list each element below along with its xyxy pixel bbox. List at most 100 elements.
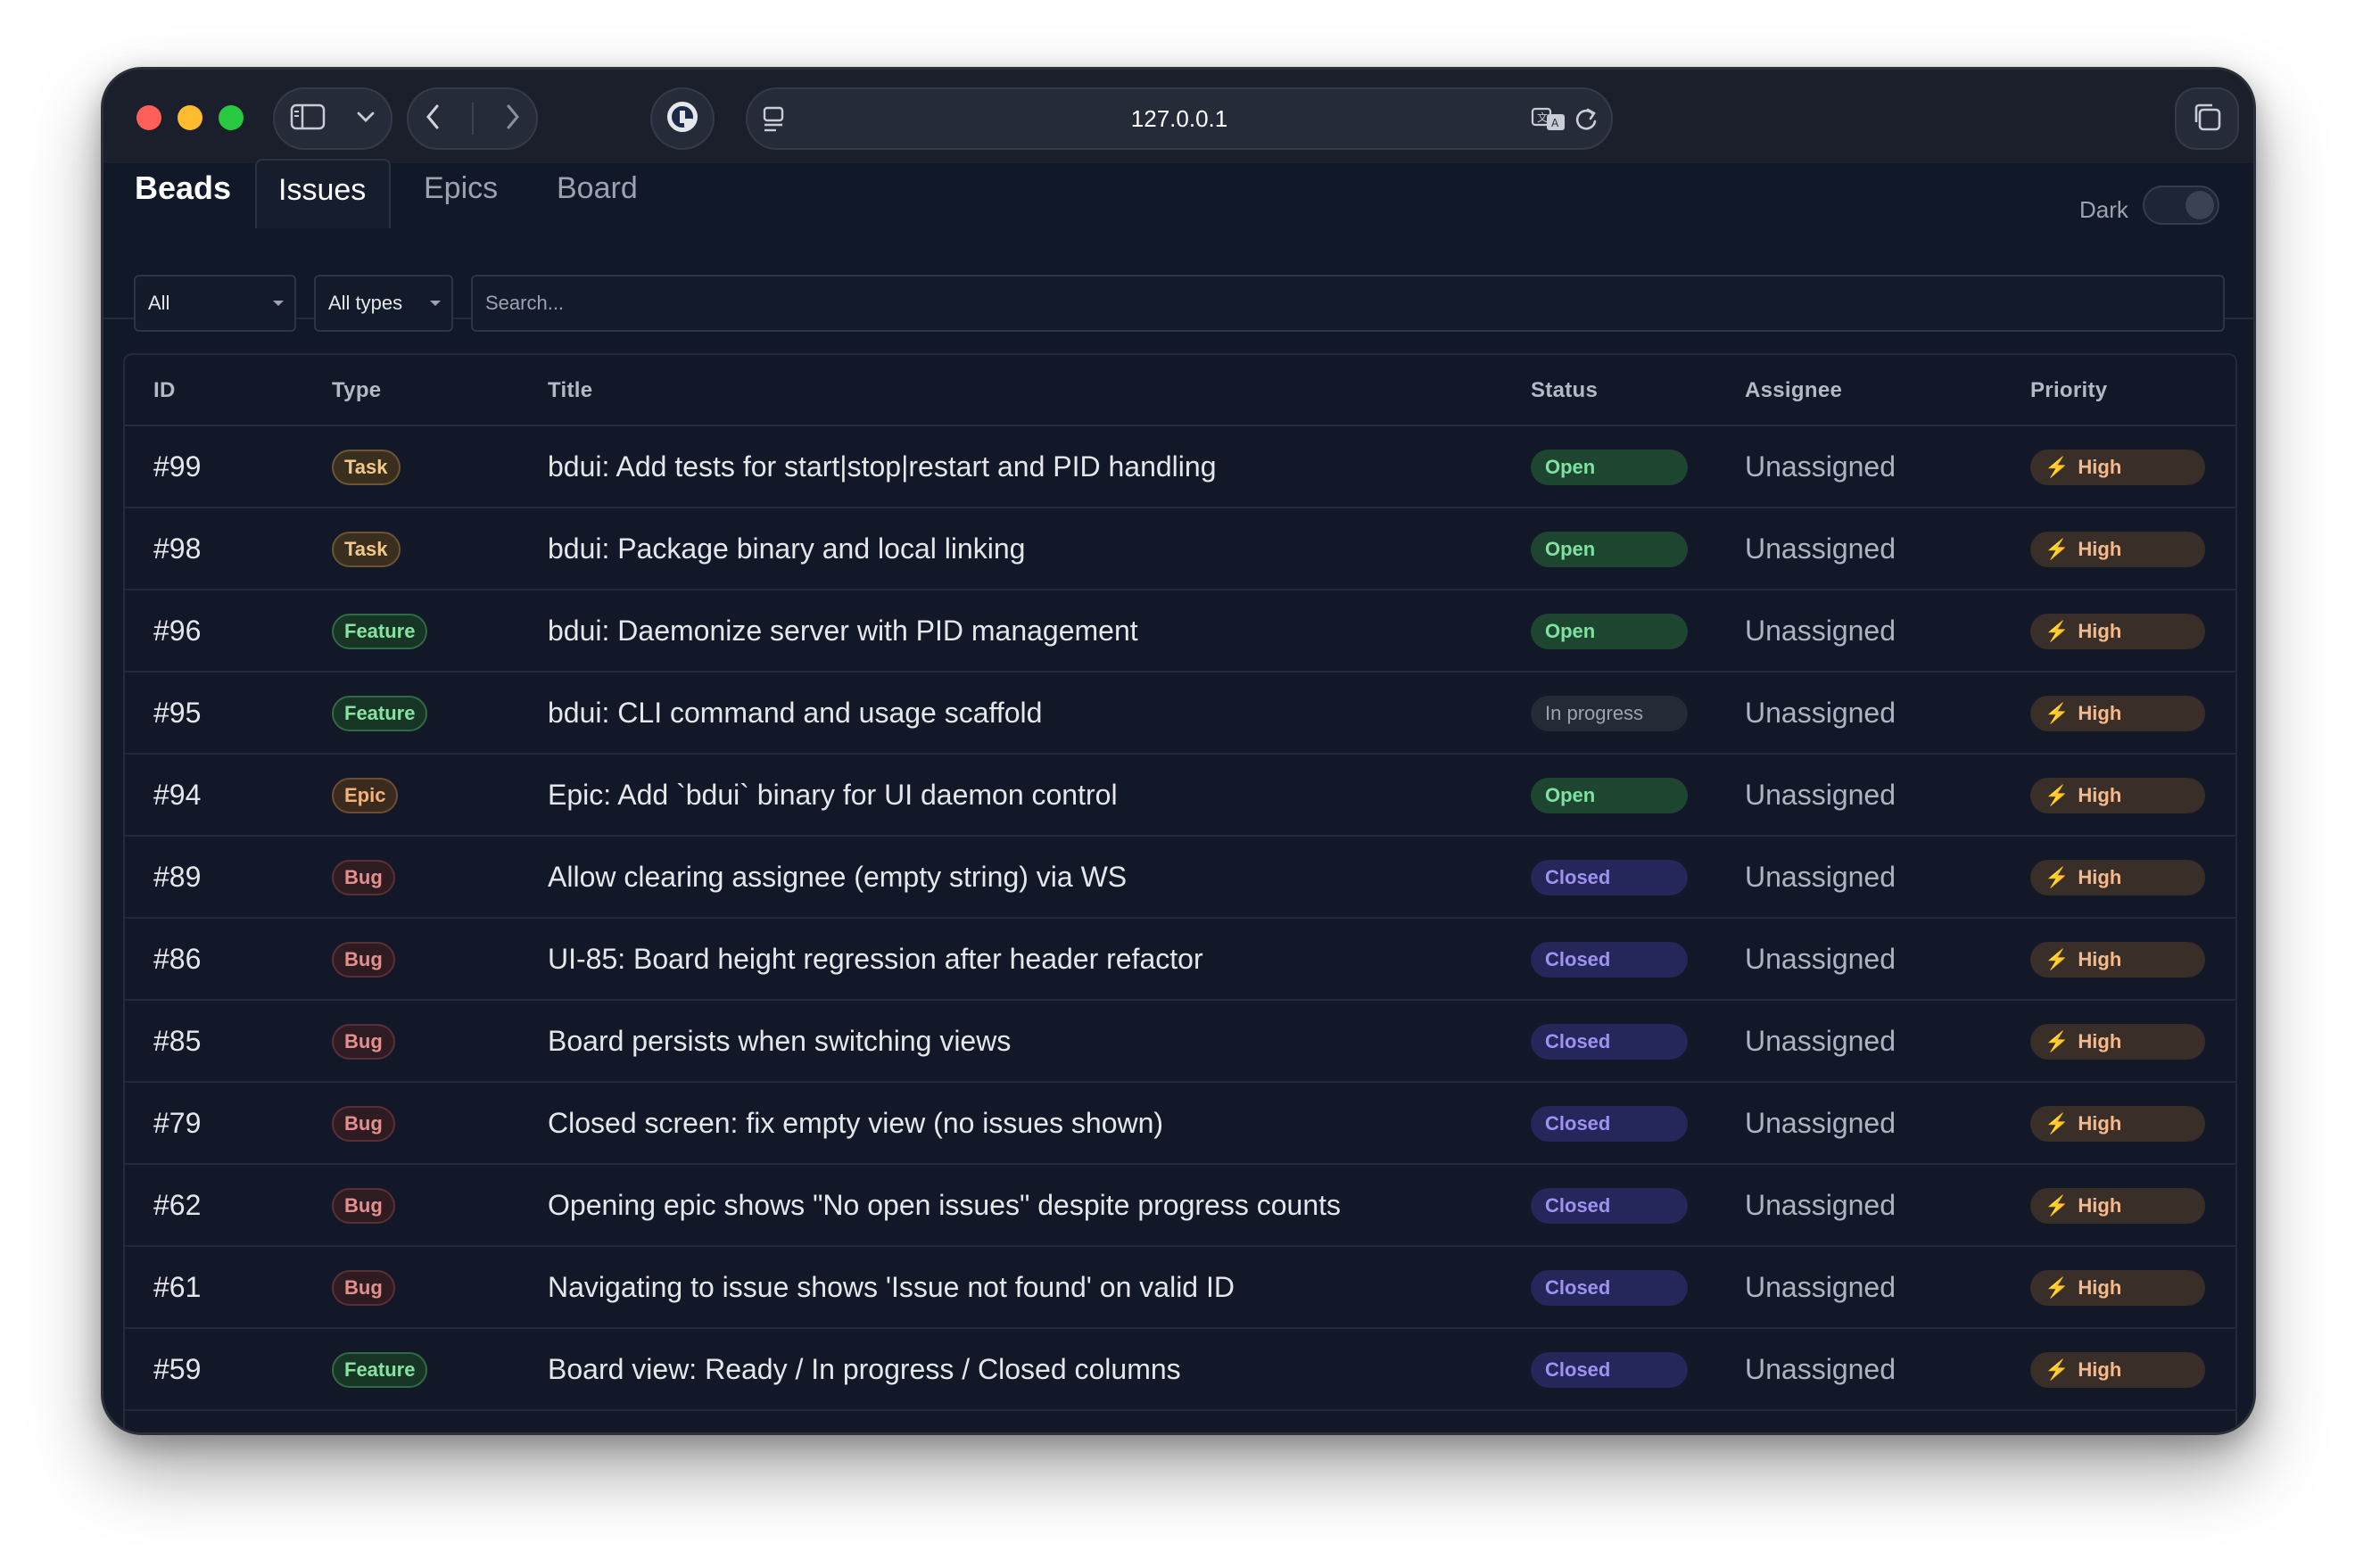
issue-id[interactable]: #99 — [153, 450, 201, 483]
extension-button[interactable] — [650, 87, 715, 150]
issue-id[interactable]: #89 — [153, 861, 201, 894]
back-icon[interactable] — [425, 103, 441, 135]
status-badge[interactable]: Closed — [1531, 1352, 1688, 1388]
issue-title[interactable]: UI-85: Board height regression after hea… — [548, 943, 1203, 976]
forward-icon[interactable] — [505, 103, 521, 135]
column-header-title[interactable]: Title — [548, 378, 592, 403]
priority-badge[interactable]: ⚡ High — [2030, 614, 2205, 649]
table-row[interactable]: #94 Epic Epic: Add `bdui` binary for UI da… — [125, 755, 2235, 837]
assignee[interactable]: Unassigned — [1745, 1353, 1896, 1386]
status-badge[interactable]: Open — [1531, 614, 1688, 649]
table-row[interactable]: #85 Bug Board persists when switching view… — [125, 1001, 2235, 1083]
issue-id[interactable]: #61 — [153, 1271, 201, 1304]
table-row[interactable]: #59 Feature Board view: Ready / In progres… — [125, 1329, 2235, 1411]
assignee[interactable]: Unassigned — [1745, 779, 1896, 812]
issue-title[interactable]: bdui: Add tests for start|stop|restart a… — [548, 450, 1216, 483]
issue-title[interactable]: bdui: Package binary and local linking — [548, 532, 1025, 565]
issue-id[interactable]: #59 — [153, 1353, 201, 1386]
tab-epics[interactable]: Epics — [402, 159, 519, 228]
tab-board[interactable]: Board — [535, 159, 659, 228]
status-badge[interactable]: Closed — [1531, 1188, 1688, 1224]
assignee[interactable]: Unassigned — [1745, 943, 1896, 976]
status-badge[interactable]: In progress — [1531, 696, 1688, 731]
issue-title[interactable]: Opening epic shows "No open issues" desp… — [548, 1189, 1341, 1222]
issue-id[interactable]: #79 — [153, 1107, 201, 1140]
priority-badge[interactable] — [2030, 1434, 2205, 1435]
issue-title[interactable]: bdui: Daemonize server with PID manageme… — [548, 615, 1138, 648]
assignee[interactable]: Unassigned — [1745, 697, 1896, 730]
column-header-id[interactable]: ID — [153, 378, 176, 403]
status-badge[interactable]: Closed — [1531, 1106, 1688, 1142]
status-badge[interactable]: Open — [1531, 450, 1688, 485]
tab-overview-button[interactable] — [2175, 87, 2239, 150]
priority-badge[interactable]: ⚡ High — [2030, 450, 2205, 485]
assignee[interactable]: Unassigned — [1745, 1189, 1896, 1222]
assignee[interactable]: Unassigned — [1745, 1107, 1896, 1140]
priority-badge[interactable]: ⚡ High — [2030, 1188, 2205, 1224]
priority-badge[interactable]: ⚡ High — [2030, 1024, 2205, 1060]
column-header-priority[interactable]: Priority — [2030, 378, 2107, 403]
assignee[interactable]: Unassigned — [1745, 532, 1896, 565]
assignee[interactable]: Unassigned — [1745, 1271, 1896, 1304]
status-badge[interactable]: Open — [1531, 532, 1688, 567]
status-badge[interactable]: Closed — [1531, 942, 1688, 978]
tab-issues[interactable]: Issues — [255, 159, 391, 228]
issue-id[interactable]: #85 — [153, 1025, 201, 1058]
priority-badge[interactable]: ⚡ High — [2030, 778, 2205, 813]
issue-id[interactable]: #96 — [153, 615, 201, 648]
sidebar-toggle-button[interactable] — [273, 87, 392, 150]
assignee[interactable]: Unassigned — [1745, 450, 1896, 483]
table-row[interactable]: #98 Task bdui: Package binary and local li… — [125, 508, 2235, 590]
zoom-window-button[interactable] — [219, 105, 244, 130]
priority-badge[interactable]: ⚡ High — [2030, 942, 2205, 978]
search-input[interactable] — [471, 275, 2225, 332]
priority-badge[interactable]: ⚡ High — [2030, 860, 2205, 895]
issue-title[interactable]: Closed screen: fix empty view (no issues… — [548, 1107, 1163, 1140]
chevron-down-icon[interactable] — [356, 111, 376, 128]
issue-title[interactable]: bdui: CLI command and usage scaffold — [548, 697, 1042, 730]
column-header-status[interactable]: Status — [1531, 378, 1598, 403]
table-row-partial[interactable] — [125, 1411, 2235, 1435]
reload-icon[interactable] — [1574, 105, 1599, 138]
issue-title[interactable]: Allow clearing assignee (empty string) v… — [548, 861, 1127, 894]
table-row[interactable]: #79 Bug Closed screen: fix empty view (no … — [125, 1083, 2235, 1165]
status-badge[interactable]: Closed — [1531, 860, 1688, 895]
table-row[interactable]: #99 Task bdui: Add tests for start|stop|re… — [125, 426, 2235, 508]
minimize-window-button[interactable] — [178, 105, 202, 130]
type-filter-select[interactable]: All types — [314, 275, 453, 332]
issue-id[interactable]: #62 — [153, 1189, 201, 1222]
issue-title[interactable]: Navigating to issue shows 'Issue not fou… — [548, 1271, 1235, 1304]
table-row[interactable]: #96 Feature bdui: Daemonize server with PI… — [125, 590, 2235, 673]
translate-icon[interactable]: 文A — [1531, 105, 1566, 138]
dark-mode-toggle[interactable] — [2143, 186, 2219, 225]
issue-id[interactable]: #95 — [153, 697, 201, 730]
priority-badge[interactable]: ⚡ High — [2030, 1106, 2205, 1142]
column-header-type[interactable]: Type — [332, 378, 381, 403]
table-row[interactable]: #95 Feature bdui: CLI command and usage sc… — [125, 673, 2235, 755]
status-badge[interactable] — [1531, 1434, 1688, 1435]
table-row[interactable]: #61 Bug Navigating to issue shows 'Issue n… — [125, 1247, 2235, 1329]
assignee[interactable]: Unassigned — [1745, 861, 1896, 894]
column-header-assignee[interactable]: Assignee — [1745, 378, 1842, 403]
priority-badge[interactable]: ⚡ High — [2030, 532, 2205, 567]
issue-id[interactable]: #98 — [153, 532, 201, 565]
table-row[interactable]: #89 Bug Allow clearing assignee (empty str… — [125, 837, 2235, 919]
priority-badge[interactable]: ⚡ High — [2030, 1352, 2205, 1388]
table-row[interactable]: #86 Bug UI-85: Board height regression aft… — [125, 919, 2235, 1001]
table-row[interactable]: #62 Bug Opening epic shows "No open issues… — [125, 1165, 2235, 1247]
issue-title[interactable]: Board view: Ready / In progress / Closed… — [548, 1353, 1181, 1386]
close-window-button[interactable] — [136, 105, 161, 130]
issue-title[interactable]: Epic: Add `bdui` binary for UI daemon co… — [548, 779, 1118, 812]
assignee[interactable]: Unassigned — [1745, 1025, 1896, 1058]
address-bar[interactable]: 127.0.0.1 文A — [746, 87, 1613, 150]
priority-badge[interactable]: ⚡ High — [2030, 1270, 2205, 1306]
priority-badge[interactable]: ⚡ High — [2030, 696, 2205, 731]
issue-id[interactable]: #86 — [153, 943, 201, 976]
issue-title[interactable]: Board persists when switching views — [548, 1025, 1011, 1058]
status-badge[interactable]: Open — [1531, 778, 1688, 813]
assignee[interactable]: Unassigned — [1745, 615, 1896, 648]
status-filter-select[interactable]: All — [134, 275, 296, 332]
issue-id[interactable]: #94 — [153, 779, 201, 812]
status-badge[interactable]: Closed — [1531, 1024, 1688, 1060]
status-badge[interactable]: Closed — [1531, 1270, 1688, 1306]
